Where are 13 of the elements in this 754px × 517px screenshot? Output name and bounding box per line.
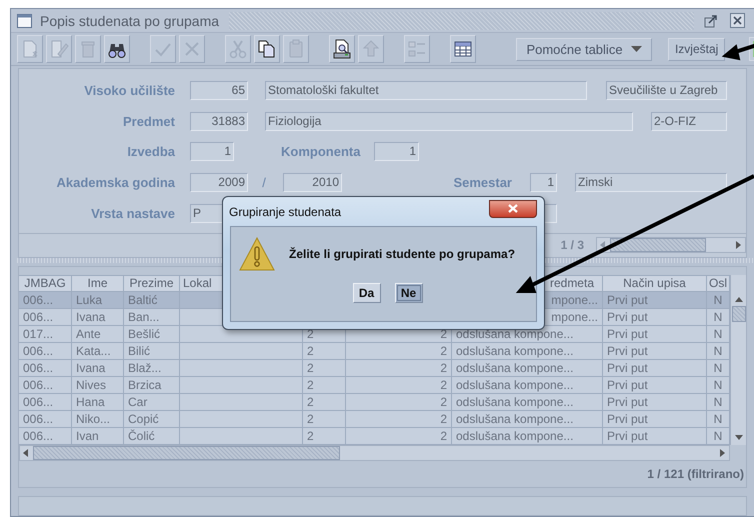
field-label: Vrsta nastave bbox=[90, 206, 175, 221]
field-label: Visoko učilište bbox=[83, 82, 175, 98]
window-title: Popis studenata po grupama bbox=[40, 12, 220, 29]
separator-text: / bbox=[261, 175, 267, 190]
field-label: Akademska godina bbox=[56, 175, 175, 190]
record-counter: 1 / 121 (filtrirano) bbox=[647, 467, 744, 482]
field-label: Izvedba bbox=[126, 144, 175, 160]
field-label: Predmet bbox=[122, 114, 175, 129]
dialog-title: Grupiranje studenata bbox=[229, 204, 342, 218]
field-label: Komponenta bbox=[281, 144, 358, 160]
dialog-message: Želite li grupirati studente po grupama? bbox=[289, 247, 516, 261]
page-counter: 1 / 3 bbox=[560, 238, 584, 252]
field-label: Semestar bbox=[452, 175, 512, 190]
